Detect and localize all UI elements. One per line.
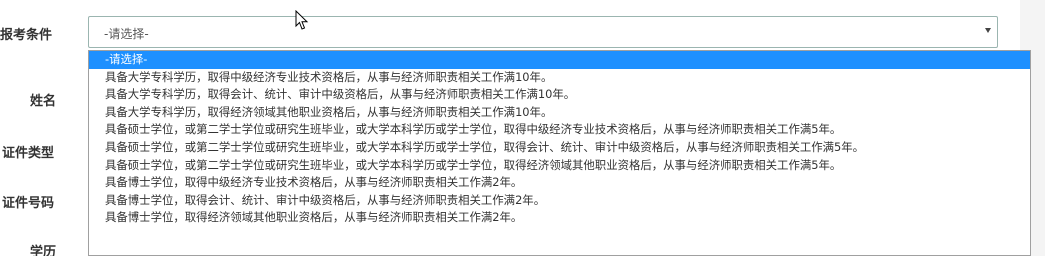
label-id-number: 证件号码 bbox=[2, 196, 55, 211]
dropdown-option[interactable]: 具备大学专科学历，取得中级经济专业技术资格后，从事与经济师职责相关工作满10年。 bbox=[89, 69, 1030, 87]
dropdown-option[interactable]: 具备硕士学位，或第二学士学位或研究生班毕业，或大学本科学历或学士学位，取得会计、… bbox=[89, 139, 1030, 157]
page: 报考条件 姓名 证件类型 证件号码 学历 -请选择- -请选择- 具备大学专科学… bbox=[0, 0, 1045, 256]
dropdown-option[interactable]: 具备硕士学位，或第二学士学位或研究生班毕业，或大学本科学历或学士学位，取得中级经… bbox=[89, 121, 1030, 139]
dropdown-option[interactable]: 具备大学专科学历，取得经济领域其他职业资格后，从事与经济师职责相关工作满10年。 bbox=[89, 104, 1030, 122]
dropdown-option[interactable]: 具备博士学位，取得中级经济专业技术资格后，从事与经济师职责相关工作满2年。 bbox=[89, 174, 1030, 192]
label-name: 姓名 bbox=[30, 94, 57, 109]
dropdown-option[interactable]: 具备博士学位，取得会计、统计、审计中级资格后，从事与经济师职责相关工作满2年。 bbox=[89, 192, 1030, 210]
label-condition: 报考条件 bbox=[0, 28, 53, 43]
condition-dropdown-list: -请选择- 具备大学专科学历，取得中级经济专业技术资格后，从事与经济师职责相关工… bbox=[88, 50, 1031, 256]
condition-select-value: -请选择- bbox=[104, 27, 149, 41]
dropdown-option[interactable]: -请选择- bbox=[89, 51, 1030, 69]
chevron-down-icon[interactable] bbox=[985, 28, 991, 33]
dropdown-option[interactable]: 具备大学专科学历，取得会计、统计、审计中级资格后，从事与经济师职责相关工作满10… bbox=[89, 86, 1030, 104]
dropdown-option[interactable]: 具备硕士学位，或第二学士学位或研究生班毕业，或大学本科学历或学士学位，取得经济领… bbox=[89, 157, 1030, 175]
label-education: 学历 bbox=[30, 245, 57, 256]
dropdown-option[interactable]: 具备博士学位，取得经济领域其他职业资格后，从事与经济师职责相关工作满2年。 bbox=[89, 209, 1030, 227]
label-id-type: 证件类型 bbox=[2, 146, 55, 161]
condition-select[interactable]: -请选择- bbox=[88, 16, 998, 48]
mouse-cursor-icon bbox=[295, 10, 309, 30]
